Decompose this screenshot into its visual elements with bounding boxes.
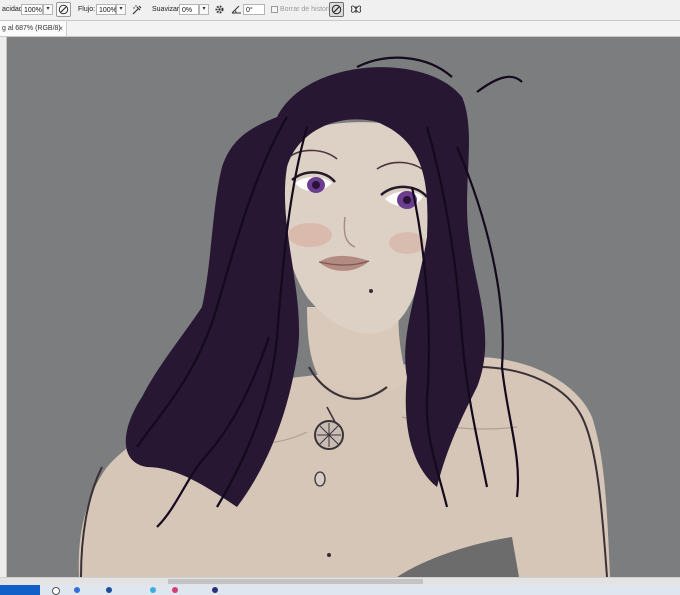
vertical-ruler — [0, 37, 7, 577]
taskbar-app-icon[interactable] — [106, 587, 112, 593]
pen-pressure-icon[interactable] — [56, 2, 71, 17]
taskbar-app-icon[interactable] — [172, 587, 178, 593]
angle-input[interactable]: 0° — [243, 4, 265, 15]
taskbar-app-icon[interactable] — [212, 587, 218, 593]
smoothing-dropdown[interactable]: ▾ — [199, 4, 209, 15]
artwork — [7, 37, 680, 577]
search-icon[interactable] — [52, 587, 60, 595]
erase-history-checkbox[interactable] — [271, 6, 278, 13]
canvas[interactable] — [7, 37, 680, 577]
pen-pressure-size-icon[interactable] — [329, 2, 344, 17]
smoothing-label: Suavizar: — [152, 6, 182, 13]
document-tab[interactable]: g al 687% (RGB/8) × — [0, 21, 67, 36]
flow-dropdown[interactable]: ▾ — [116, 4, 126, 15]
taskbar — [0, 585, 680, 595]
butterfly-icon[interactable] — [348, 2, 363, 17]
close-icon[interactable]: × — [58, 21, 63, 36]
horizontal-scrollbar[interactable] — [0, 577, 680, 585]
flow-label: Flujo: — [78, 6, 96, 13]
angle-icon[interactable] — [229, 2, 244, 17]
erase-history-label: Borrar de historia — [280, 6, 334, 13]
scrollbar-thumb[interactable] — [168, 579, 423, 584]
smoothing-input[interactable]: 0% — [179, 4, 199, 15]
taskbar-app-icon[interactable] — [74, 587, 80, 593]
start-button[interactable] — [0, 585, 40, 595]
document-tab-bar: g al 687% (RGB/8) × — [0, 21, 680, 37]
document-tab-title: g al 687% (RGB/8) — [2, 25, 61, 32]
opacity-dropdown[interactable]: ▾ — [43, 4, 53, 15]
options-bar: acidad: 100% ▾ Flujo: 100% ▾ Suavizar: 0… — [0, 0, 680, 21]
gear-icon[interactable] — [212, 2, 227, 17]
taskbar-app-icon[interactable] — [150, 587, 156, 593]
flow-input[interactable]: 100% — [96, 4, 117, 15]
airbrush-icon[interactable] — [129, 2, 144, 17]
opacity-input[interactable]: 100% — [21, 4, 43, 15]
